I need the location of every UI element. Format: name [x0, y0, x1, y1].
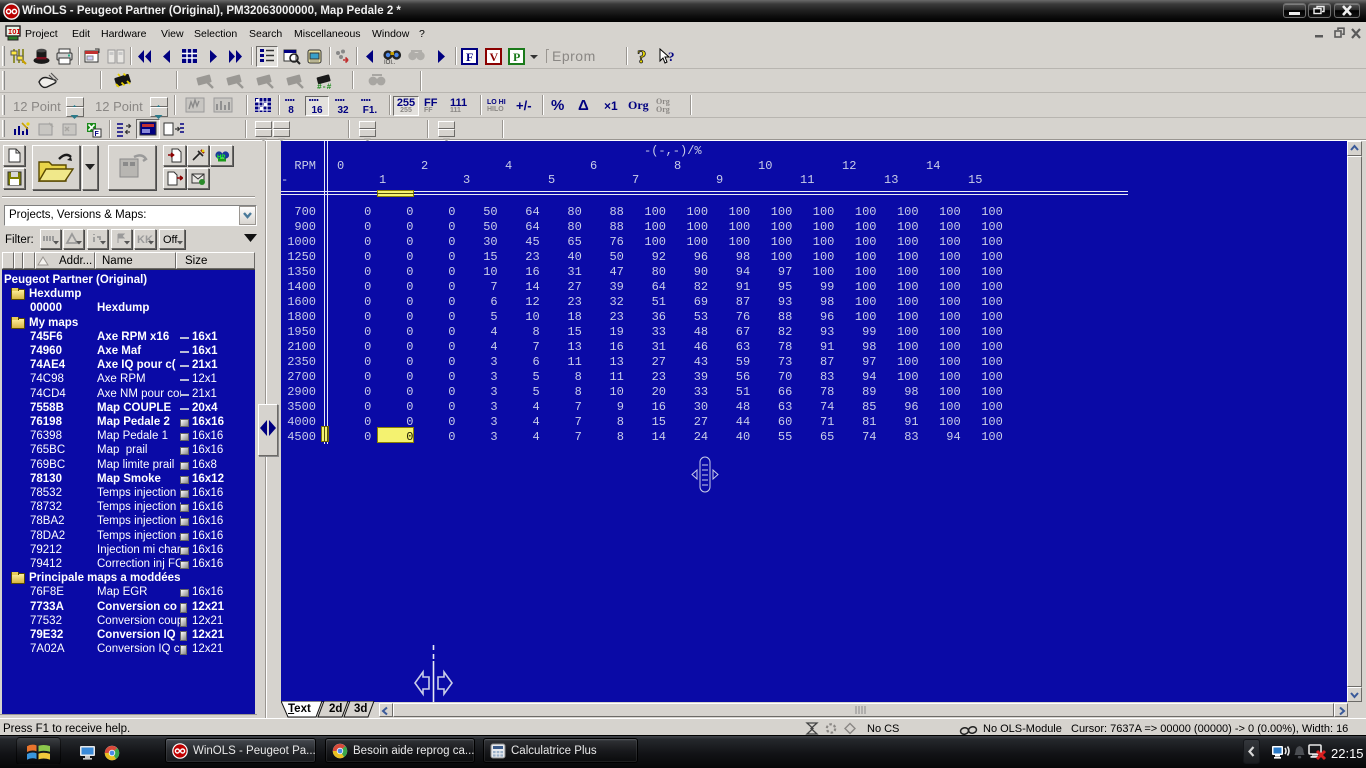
svg-text:IOI..: IOI.. [384, 60, 396, 65]
svg-text:F: F [466, 50, 473, 64]
svg-text:F: F [95, 131, 100, 138]
svg-text:P: P [513, 50, 520, 64]
svg-text:?: ? [668, 49, 675, 64]
svg-text:?: ? [637, 47, 647, 66]
svg-text:V: V [490, 50, 499, 64]
svg-text:#-#: #-# [317, 83, 332, 90]
svg-text:HP: HP [217, 155, 225, 161]
